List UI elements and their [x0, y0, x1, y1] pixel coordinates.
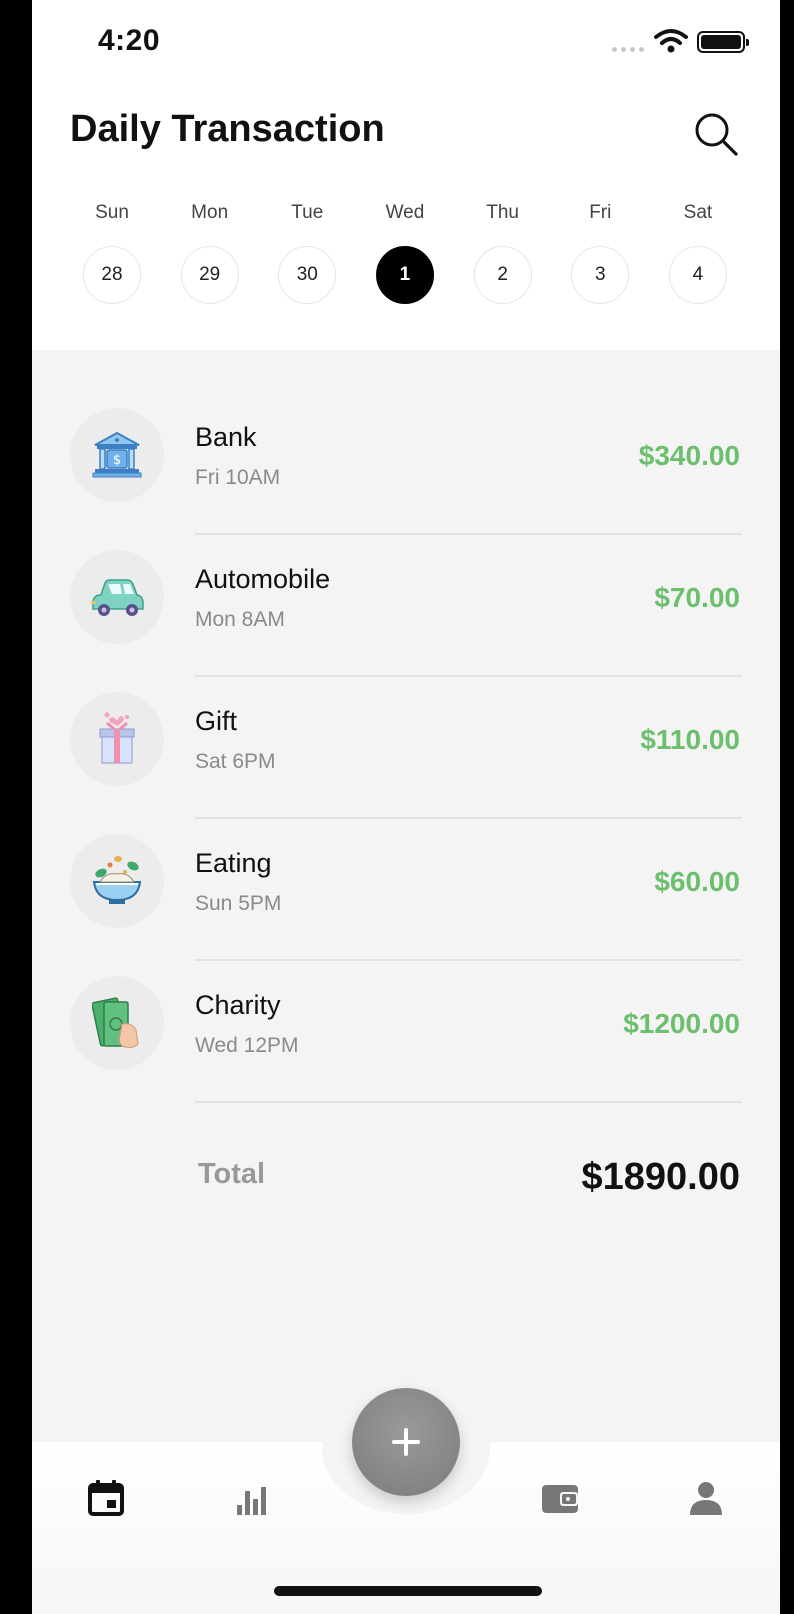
- status-time: 4:20: [98, 24, 161, 57]
- app-screen: 4:20 Daily Transaction Sun 28 Mon 29 Tue…: [32, 0, 780, 1614]
- bank-icon: $: [92, 431, 142, 478]
- divider: [195, 675, 742, 677]
- day-sat[interactable]: Sat 4: [668, 202, 728, 304]
- day-number[interactable]: 30: [278, 246, 337, 304]
- search-icon: [695, 113, 738, 156]
- transaction-icon-wrap: [70, 692, 164, 786]
- week-selector: Sun 28 Mon 29 Tue 30 Wed 1 Thu 2 Fri 3 S…: [82, 202, 728, 304]
- divider: [195, 533, 742, 535]
- transaction-name: Gift: [195, 706, 238, 736]
- nav-profile[interactable]: [682, 1474, 730, 1522]
- day-fri[interactable]: Fri 3: [570, 202, 630, 304]
- transaction-time: Wed 12PM: [195, 1034, 299, 1057]
- day-number[interactable]: 2: [473, 246, 532, 304]
- nav-statistics[interactable]: [228, 1474, 276, 1522]
- transaction-icon-wrap: [70, 834, 164, 928]
- day-number[interactable]: 4: [668, 246, 727, 304]
- nav-calendar[interactable]: [82, 1474, 130, 1522]
- day-number[interactable]: 3: [571, 246, 630, 304]
- transaction-name: Automobile: [195, 564, 331, 594]
- day-number[interactable]: 28: [83, 246, 141, 304]
- transaction-row[interactable]: Gift Sat 6PM $110.00: [32, 684, 780, 826]
- transaction-amount: $60.00: [654, 866, 740, 897]
- food-bowl-icon: [92, 856, 142, 904]
- divider: [195, 1101, 742, 1103]
- home-indicator: [274, 1586, 542, 1596]
- transaction-row[interactable]: Eating Sun 5PM $60.00: [32, 826, 780, 968]
- transaction-name: Charity: [195, 990, 281, 1020]
- divider: [195, 817, 742, 819]
- transaction-list: $ Bank Fri 10AM $340.00 Automobile Mon 8…: [32, 400, 780, 1110]
- day-wed-selected[interactable]: Wed 1: [375, 202, 435, 304]
- plus-icon: [392, 1428, 420, 1456]
- day-name: Sat: [683, 202, 713, 223]
- signal-icon: [612, 47, 644, 52]
- nav-wallet[interactable]: [536, 1474, 584, 1522]
- day-mon[interactable]: Mon 29: [180, 202, 240, 304]
- transaction-time: Mon 8AM: [195, 608, 285, 631]
- transaction-amount: $70.00: [654, 582, 740, 613]
- day-name: Fri: [589, 202, 612, 223]
- day-name: Tue: [291, 202, 324, 223]
- calendar-icon: [88, 1480, 124, 1516]
- transaction-amount: $110.00: [640, 724, 740, 755]
- car-icon: [91, 579, 144, 616]
- day-name: Sun: [95, 202, 129, 223]
- battery-icon: [697, 31, 749, 53]
- svg-text:$: $: [113, 453, 121, 468]
- wallet-icon: [542, 1485, 578, 1513]
- wifi-icon: [654, 29, 688, 53]
- transaction-time: Fri 10AM: [195, 466, 281, 489]
- transaction-name: Eating: [195, 848, 272, 878]
- day-name: Wed: [385, 202, 425, 223]
- gift-icon: [99, 712, 135, 764]
- day-name: Thu: [486, 202, 519, 223]
- day-sun[interactable]: Sun 28: [82, 202, 142, 304]
- transaction-row[interactable]: $ Bank Fri 10AM $340.00: [32, 400, 780, 542]
- transaction-icon-wrap: [70, 550, 164, 644]
- day-thu[interactable]: Thu 2: [473, 202, 533, 304]
- total-label: Total: [198, 1158, 266, 1190]
- transaction-time: Sat 6PM: [195, 750, 276, 773]
- transaction-amount: $340.00: [638, 440, 740, 471]
- bar-chart-icon: [237, 1487, 266, 1515]
- transaction-name: Bank: [195, 422, 257, 452]
- add-transaction-button[interactable]: [352, 1388, 460, 1496]
- search-button[interactable]: [692, 110, 740, 158]
- day-name: Mon: [191, 202, 229, 223]
- transaction-icon-wrap: $: [70, 408, 164, 502]
- day-number[interactable]: 29: [180, 246, 239, 304]
- total-value: $1890.00: [581, 1156, 741, 1198]
- day-number[interactable]: 1: [375, 246, 434, 304]
- day-tue[interactable]: Tue 30: [277, 202, 337, 304]
- page-title: Daily Transaction: [70, 108, 385, 150]
- user-icon: [690, 1482, 722, 1515]
- money-icon: [92, 997, 139, 1049]
- transaction-row[interactable]: Charity Wed 12PM $1200.00: [32, 968, 780, 1110]
- transaction-time: Sun 5PM: [195, 892, 282, 915]
- transaction-icon-wrap: [70, 976, 164, 1070]
- transaction-amount: $1200.00: [623, 1008, 740, 1039]
- transaction-row[interactable]: Automobile Mon 8AM $70.00: [32, 542, 780, 684]
- divider: [195, 959, 742, 961]
